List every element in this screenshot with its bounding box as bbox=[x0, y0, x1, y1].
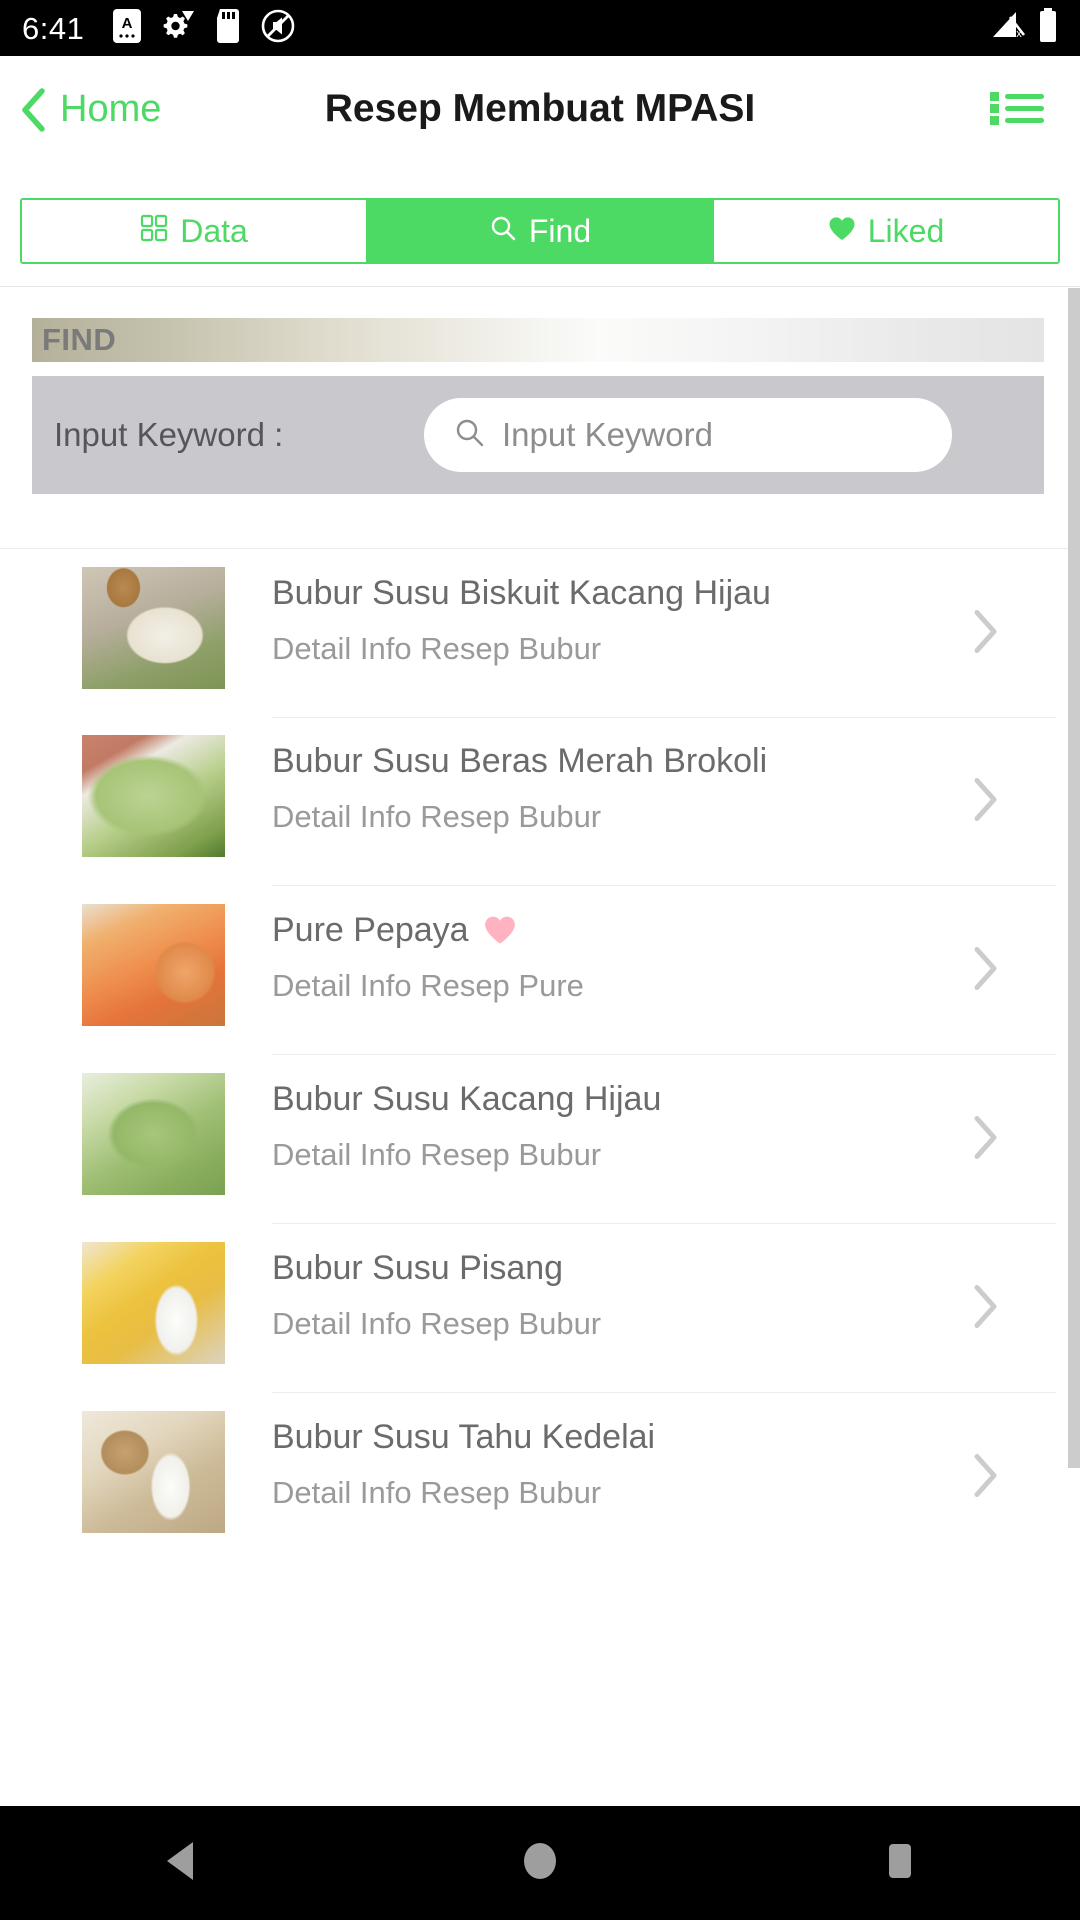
chevron-right-icon bbox=[970, 607, 1000, 660]
settings-sync-icon bbox=[160, 8, 196, 49]
table-row[interactable]: Bubur Susu Tahu Kedelai Detail Info Rese… bbox=[0, 1393, 1068, 1562]
recipe-subtitle: Detail Info Resep Bubur bbox=[272, 1475, 602, 1511]
scroll-content: FIND Input Keyword : Input Keyword Bubur… bbox=[0, 286, 1080, 1806]
svg-text:x: x bbox=[1016, 28, 1022, 40]
recipe-title: Pure Pepaya bbox=[272, 911, 948, 949]
table-row[interactable]: Bubur Susu Beras Merah Brokoli Detail In… bbox=[0, 717, 1068, 886]
circle-home-icon bbox=[518, 1838, 562, 1889]
recipe-subtitle: Detail Info Resep Bubur bbox=[272, 799, 602, 835]
grid-icon bbox=[140, 213, 168, 250]
recipe-title-text: Bubur Susu Biskuit Kacang Hijau bbox=[272, 574, 771, 612]
search-input[interactable] bbox=[502, 416, 902, 454]
page-title: Resep Membuat MPASI bbox=[324, 87, 756, 130]
recipe-texts: Bubur Susu Tahu Kedelai Detail Info Rese… bbox=[272, 1418, 948, 1511]
recipe-texts: Bubur Susu Biskuit Kacang Hijau Detail I… bbox=[272, 574, 948, 667]
recipe-thumbnail bbox=[82, 1242, 225, 1364]
status-right-icons: x bbox=[990, 7, 1058, 49]
recipe-thumbnail bbox=[82, 904, 225, 1026]
app-root: 6:41 A x Home Resep Membuat MPASI Data F… bbox=[0, 0, 1080, 1920]
tab-find-label: Find bbox=[528, 213, 592, 249]
search-icon bbox=[454, 417, 486, 454]
table-row[interactable]: Pure Pepaya Detail Info Resep Pure bbox=[0, 886, 1068, 1055]
table-row[interactable]: Bubur Susu Pisang Detail Info Resep Bubu… bbox=[0, 1224, 1068, 1393]
chevron-right-icon bbox=[970, 775, 1000, 828]
heart-icon bbox=[828, 213, 856, 250]
scrollbar-track[interactable] bbox=[1068, 287, 1080, 1806]
recipe-title: Bubur Susu Beras Merah Brokoli bbox=[272, 742, 948, 780]
battery-full-icon bbox=[1038, 7, 1058, 49]
find-section-header: FIND bbox=[32, 318, 1044, 362]
back-button-label: Home bbox=[60, 88, 162, 130]
recipe-thumbnail bbox=[82, 1411, 225, 1533]
recipe-title: Bubur Susu Tahu Kedelai bbox=[272, 1418, 948, 1456]
recipe-title: Bubur Susu Biskuit Kacang Hijau bbox=[272, 574, 948, 612]
tab-find[interactable]: Find bbox=[368, 200, 714, 262]
list-menu-icon bbox=[988, 85, 1046, 134]
table-row[interactable]: Bubur Susu Biskuit Kacang Hijau Detail I… bbox=[0, 548, 1068, 718]
signal-off-icon: x bbox=[990, 9, 1026, 48]
liked-heart-icon bbox=[483, 915, 517, 946]
recipe-thumbnail bbox=[82, 1073, 225, 1195]
nav-home-button[interactable] bbox=[450, 1806, 630, 1920]
recipe-subtitle: Detail Info Resep Bubur bbox=[272, 1137, 602, 1173]
table-row[interactable]: Bubur Susu Kacang Hijau Detail Info Rese… bbox=[0, 1055, 1068, 1224]
chevron-right-icon bbox=[970, 1113, 1000, 1166]
recipe-title: Bubur Susu Kacang Hijau bbox=[272, 1080, 948, 1118]
search-field[interactable] bbox=[424, 398, 952, 472]
recipe-texts: Bubur Susu Kacang Hijau Detail Info Rese… bbox=[272, 1080, 948, 1173]
search-icon bbox=[489, 213, 517, 250]
recipe-thumbnail bbox=[82, 567, 225, 689]
recipe-texts: Pure Pepaya Detail Info Resep Pure bbox=[272, 911, 948, 1004]
recipe-title: Bubur Susu Pisang bbox=[272, 1249, 948, 1287]
nav-recents-button[interactable] bbox=[810, 1806, 990, 1920]
tab-data-label: Data bbox=[180, 213, 248, 249]
svg-text:A: A bbox=[122, 15, 133, 32]
recipe-subtitle: Detail Info Resep Pure bbox=[272, 968, 584, 1004]
recipe-texts: Bubur Susu Beras Merah Brokoli Detail In… bbox=[272, 742, 948, 835]
find-section-title: FIND bbox=[42, 322, 117, 357]
keyword-label: Input Keyword : bbox=[54, 416, 284, 453]
recipe-thumbnail bbox=[82, 735, 225, 857]
status-left-icons: A bbox=[112, 8, 296, 49]
chevron-right-icon bbox=[970, 1282, 1000, 1335]
keyword-panel: Input Keyword : bbox=[32, 376, 1044, 494]
recipe-title-text: Bubur Susu Tahu Kedelai bbox=[272, 1418, 656, 1456]
app-header: Home Resep Membuat MPASI bbox=[0, 56, 1080, 162]
tab-liked-label: Liked bbox=[867, 213, 945, 249]
status-bar: 6:41 A x bbox=[0, 0, 1080, 56]
tab-liked[interactable]: Liked bbox=[714, 200, 1058, 262]
sd-card-icon bbox=[214, 8, 242, 49]
back-button[interactable]: Home bbox=[0, 88, 162, 132]
chevron-left-icon bbox=[20, 88, 46, 132]
segment-tabs: Data Find Liked bbox=[20, 198, 1060, 264]
app-badge-a-icon: A bbox=[112, 8, 142, 49]
recipe-subtitle: Detail Info Resep Bubur bbox=[272, 1306, 602, 1342]
content-top-divider bbox=[0, 286, 1080, 287]
scrollbar-thumb[interactable] bbox=[1068, 288, 1080, 1468]
recipe-title-text: Bubur Susu Kacang Hijau bbox=[272, 1080, 662, 1118]
menu-button[interactable] bbox=[988, 85, 1080, 134]
recipe-list: Bubur Susu Biskuit Kacang Hijau Detail I… bbox=[0, 548, 1068, 1562]
recipe-title-text: Bubur Susu Beras Merah Brokoli bbox=[272, 742, 768, 780]
triangle-back-icon bbox=[159, 1838, 201, 1889]
chevron-right-icon bbox=[970, 944, 1000, 997]
no-sound-icon bbox=[260, 8, 296, 49]
chevron-right-icon bbox=[970, 1451, 1000, 1504]
android-navigation-bar bbox=[0, 1806, 1080, 1920]
recipe-subtitle: Detail Info Resep Bubur bbox=[272, 631, 602, 667]
tab-data[interactable]: Data bbox=[22, 200, 368, 262]
recipe-title-text: Bubur Susu Pisang bbox=[272, 1249, 564, 1287]
status-clock: 6:41 bbox=[22, 10, 85, 46]
recipe-title-text: Pure Pepaya bbox=[272, 911, 469, 949]
nav-back-button[interactable] bbox=[90, 1806, 270, 1920]
recipe-texts: Bubur Susu Pisang Detail Info Resep Bubu… bbox=[272, 1249, 948, 1342]
square-recents-icon bbox=[882, 1840, 918, 1887]
